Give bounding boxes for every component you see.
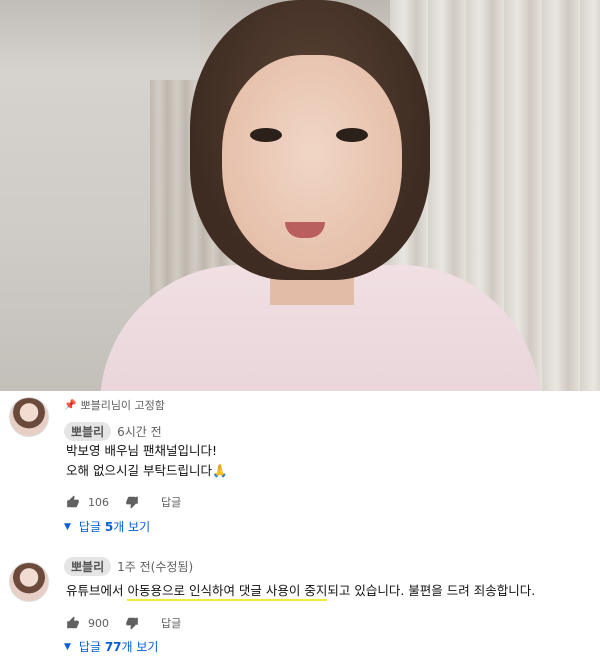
highlighted-text: 아동용으로 인식하여 댓글 사용이 중지 [127,583,328,601]
reply-button[interactable]: 답글 [161,615,181,631]
view-replies-label: 답글 77개 보기 [79,638,159,655]
person-eye [336,128,368,142]
comment-time[interactable]: 6시간 전 [117,423,162,440]
view-replies-prefix: 답글 [78,640,105,654]
comment-actions: 900 답글 [64,614,181,632]
pinned-text: 뽀블리님이 고정함 [80,399,165,412]
comment-actions: 106 답글 [64,493,181,511]
video-frame[interactable] [0,0,600,391]
avatar[interactable] [9,562,49,602]
caret-down-icon: ▼ [64,521,71,532]
comment-text-part: 되고 있습니다. 불편을 드려 죄송합니다. [327,583,536,598]
comment-text-part: 유튜브에서 [66,583,128,598]
view-replies-label: 답글 5개 보기 [79,518,150,535]
reply-count: 5 [104,520,114,534]
avatar[interactable] [9,397,49,437]
reply-count: 77 [104,640,122,654]
thumbs-up-icon[interactable] [64,614,82,632]
like-count: 900 [88,616,109,630]
reply-button[interactable]: 답글 [161,494,181,510]
thumbs-up-icon[interactable] [64,493,82,511]
comment-meta: 뽀블리 6시간 전 [64,422,162,441]
comment-meta: 뽀블리 1주 전(수정됨) [64,557,193,576]
author-name[interactable]: 뽀블리 [64,557,112,576]
like-count: 106 [88,495,109,509]
comment-text: 유튜브에서 아동용으로 인식하여 댓글 사용이 중지되고 있습니다. 불편을 드… [66,581,535,601]
thumbs-down-icon[interactable] [123,493,141,511]
person-face [222,55,402,270]
comment-text-line: 오해 없으시길 부탁드립니다🙏 [66,463,228,478]
comment-time[interactable]: 1주 전(수정됨) [117,558,193,575]
pinned-label: 📌 뽀블리님이 고정함 [64,397,165,413]
comment-text: 박보영 배우님 팬채널입니다! 오해 없으시길 부탁드립니다🙏 [66,441,228,481]
view-replies-suffix: 개 보기 [113,520,151,534]
view-replies-suffix: 개 보기 [121,640,159,654]
author-name[interactable]: 뽀블리 [64,422,112,441]
view-replies-prefix: 답글 [78,520,105,534]
thumbs-down-icon[interactable] [123,614,141,632]
view-replies-button[interactable]: ▼ 답글 5개 보기 [64,518,150,535]
pin-icon: 📌 [64,399,77,411]
person-eye [250,128,282,142]
caret-down-icon: ▼ [64,641,71,652]
comment-text-line: 박보영 배우님 팬채널입니다! [66,443,217,458]
view-replies-button[interactable]: ▼ 답글 77개 보기 [64,638,158,655]
